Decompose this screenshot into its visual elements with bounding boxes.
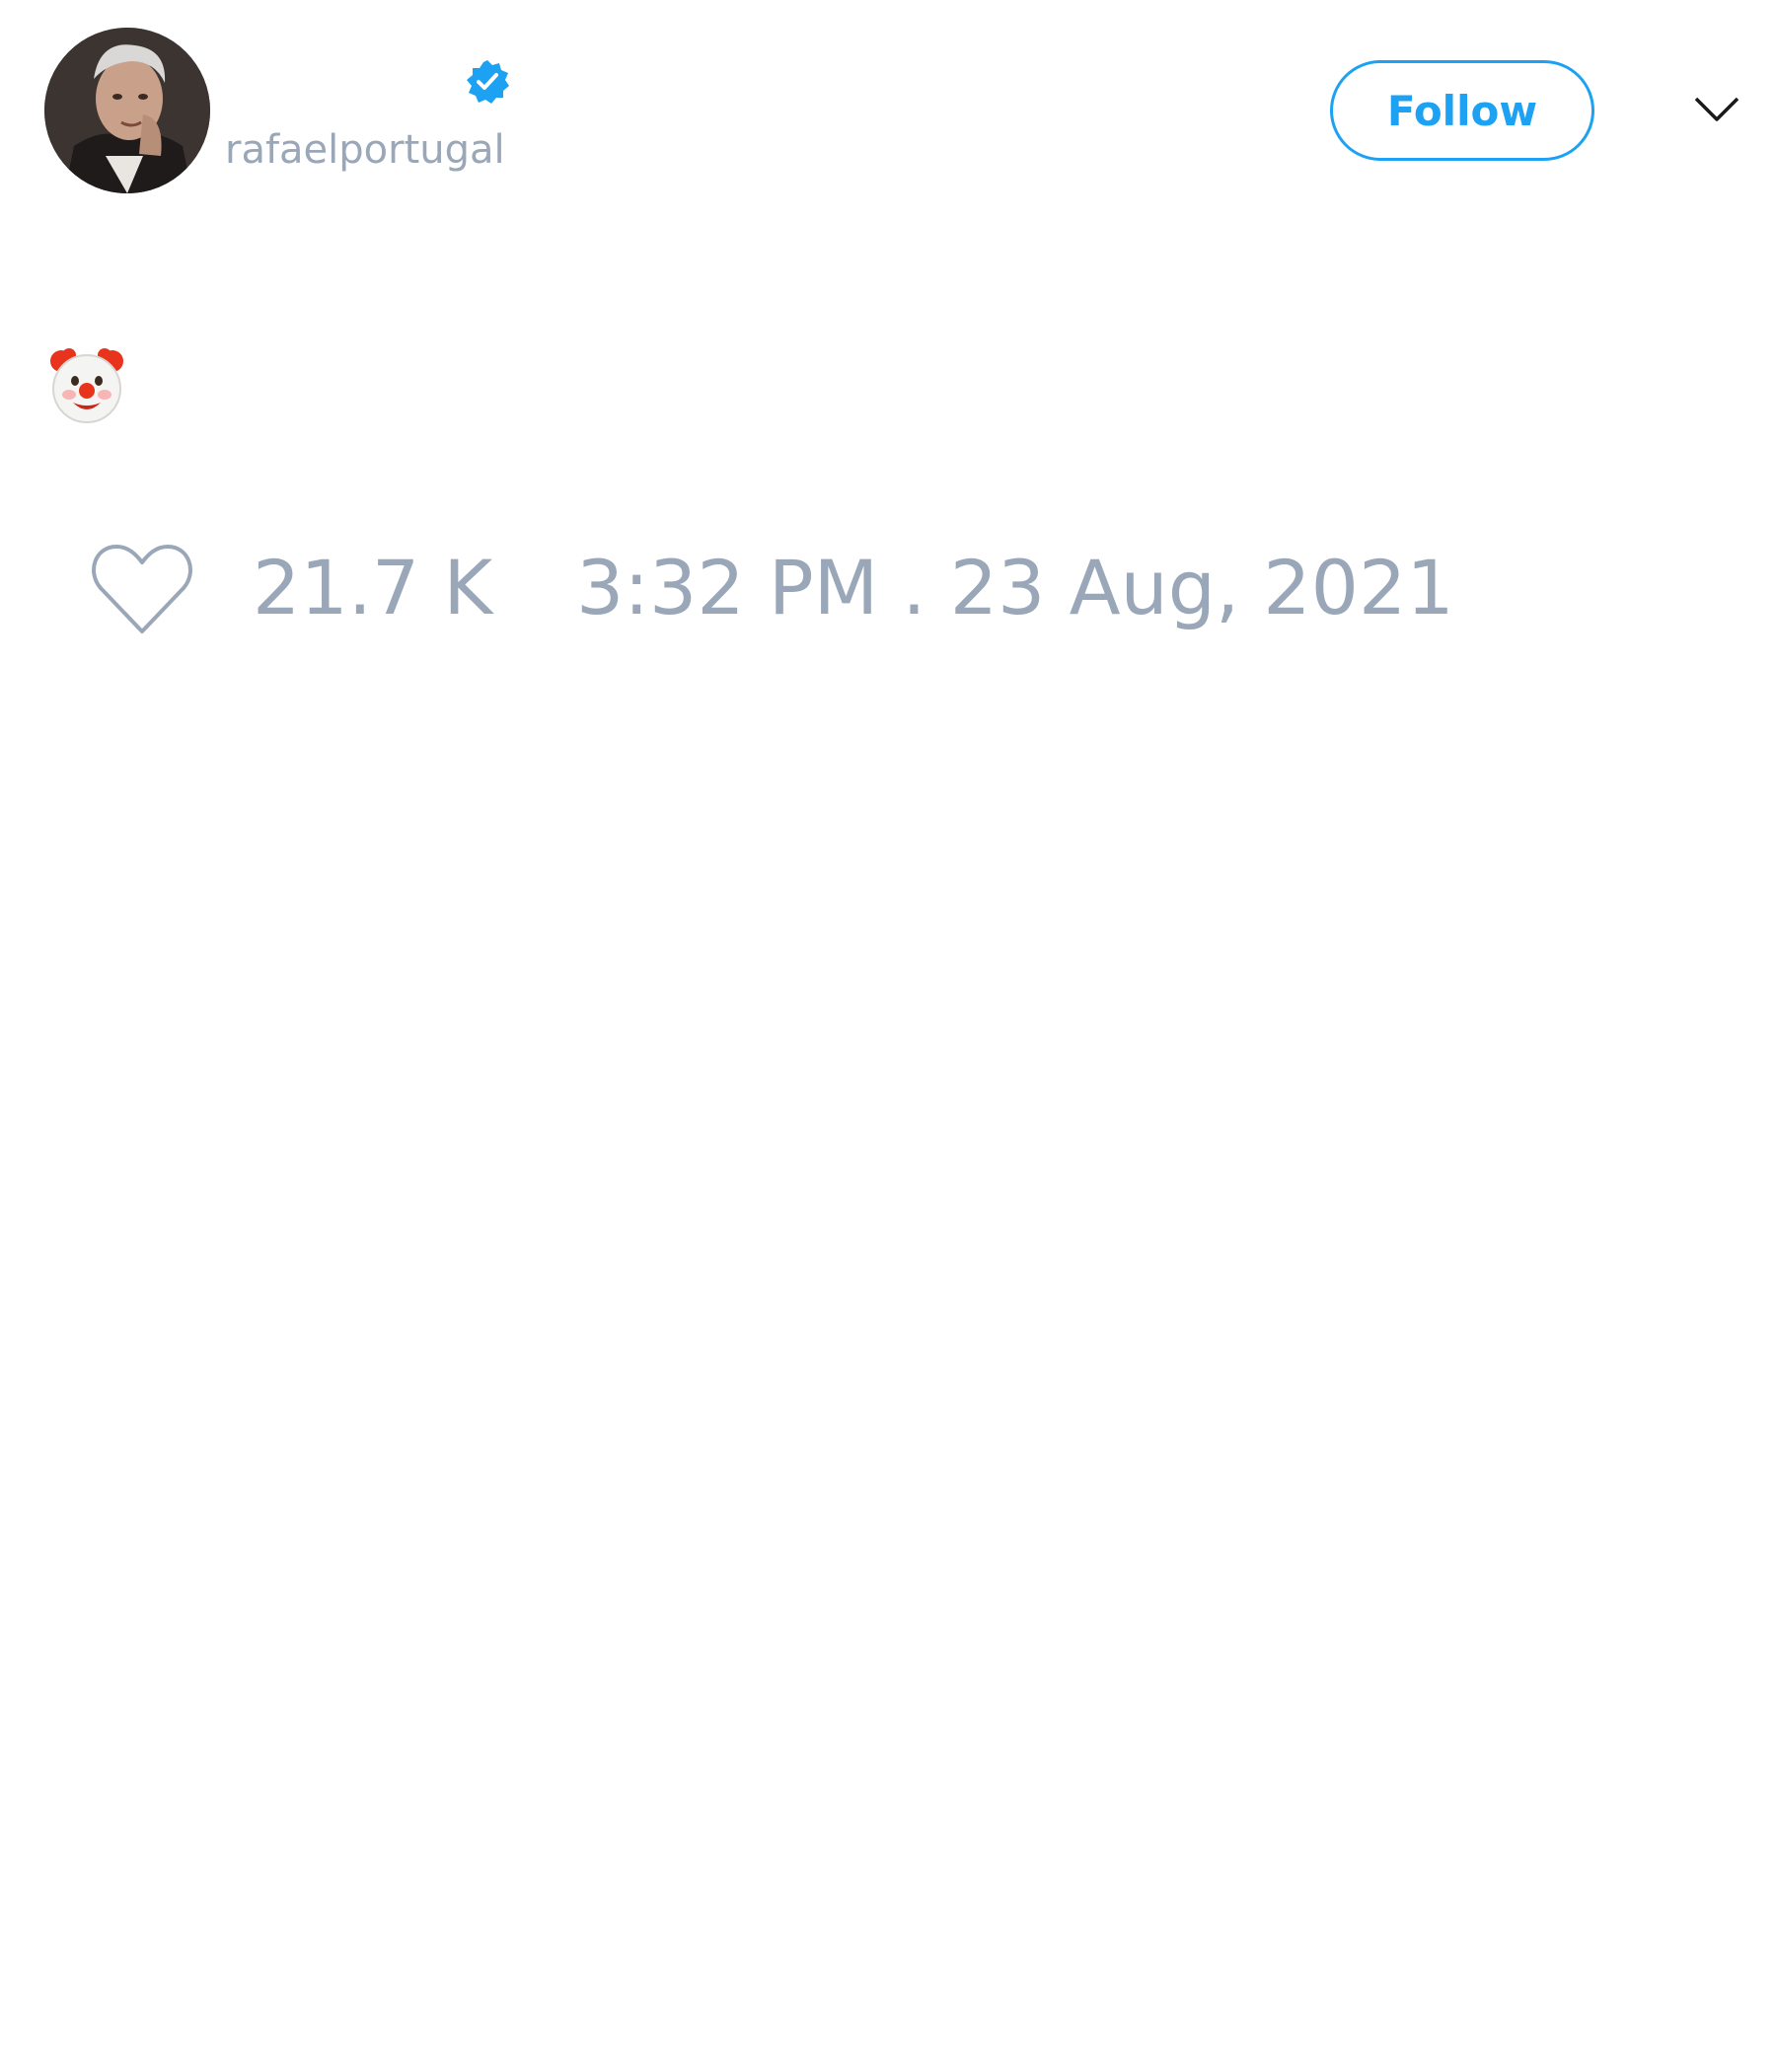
tweet-timestamp[interactable]: 3:32 PM . 23 Aug, 2021 — [576, 541, 1454, 635]
profile-photo-icon — [44, 28, 210, 193]
verified-badge-icon — [464, 58, 511, 106]
chevron-down-icon[interactable] — [1693, 93, 1740, 126]
avatar[interactable] — [44, 28, 210, 193]
like-heart-icon[interactable] — [89, 541, 195, 639]
follow-button[interactable]: Follow — [1330, 60, 1594, 161]
clown-face-emoji-icon — [45, 343, 128, 426]
author-handle[interactable]: rafaelportugal — [225, 126, 505, 174]
like-count: 21.7 K — [253, 544, 493, 631]
